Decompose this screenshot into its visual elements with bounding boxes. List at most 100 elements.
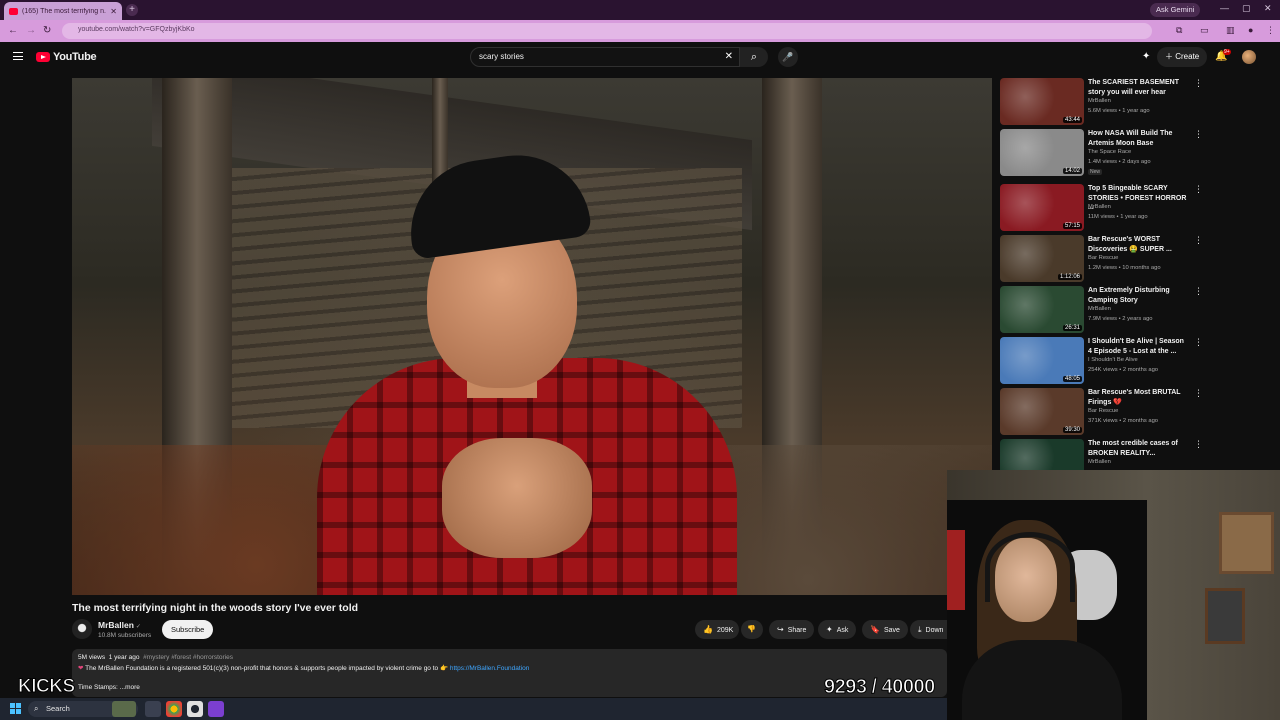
download-icon: ⤓ — [918, 625, 922, 634]
recommended-title[interactable]: The SCARIEST BASEMENT story you will eve… — [1088, 78, 1188, 97]
new-tab-button[interactable]: + — [126, 4, 138, 16]
recommended-channel[interactable]: MrBallen — [1088, 98, 1111, 104]
recommended-video[interactable]: 14:02 How NASA Will Build The Artemis Mo… — [1000, 129, 1205, 177]
create-button[interactable]: ＋ Create — [1157, 47, 1208, 67]
recommended-video[interactable]: 26:31 An Extremely Disturbing Camping St… — [1000, 286, 1205, 334]
share-button[interactable]: ↪ Share — [769, 620, 815, 639]
video-thumbnail[interactable]: 26:31 — [1000, 286, 1084, 333]
recommended-meta: 11M views • 1 year ago — [1088, 214, 1148, 220]
foundation-link[interactable]: https://MrBallen.Foundation — [450, 665, 530, 672]
video-thumbnail[interactable] — [1000, 439, 1084, 470]
browser-tab[interactable]: (165) The most terrifying n... ✕ — [4, 2, 122, 20]
webcam-overlay — [947, 470, 1280, 720]
recommended-channel[interactable]: MrBallen — [1088, 459, 1111, 465]
forward-icon[interactable]: → — [26, 25, 36, 36]
create-label: Create — [1175, 52, 1200, 61]
more-actions-icon[interactable]: ⋮ — [1194, 388, 1203, 399]
description-line: The MrBallen Foundation is a registered … — [85, 665, 449, 672]
dislike-button[interactable]: 👎 — [741, 620, 763, 639]
video-host — [307, 138, 737, 595]
recommended-video[interactable]: 48:05 I Shouldn't Be Alive | Season 4 Ep… — [1000, 337, 1205, 385]
windows-start-icon[interactable] — [10, 703, 21, 714]
sidepanel-icon[interactable]: ▥ — [1226, 25, 1235, 36]
ask-gemini-button[interactable]: Ask Gemini — [1150, 3, 1201, 17]
recommended-title[interactable]: An Extremely Disturbing Camping Story — [1088, 286, 1188, 305]
video-thumbnail[interactable]: 39:30 — [1000, 388, 1084, 435]
url-text: youtube.com/watch?v=GFQzbyjKbKo — [78, 26, 195, 33]
view-count: 5M views — [78, 654, 106, 661]
browser-toolbar: ← → ↻ youtube.com/watch?v=GFQzbyjKbKo ⧉ … — [0, 20, 1280, 42]
recommended-channel[interactable]: MrBallen — [1088, 204, 1111, 210]
recommended-channel[interactable]: MrBallen — [1088, 306, 1111, 312]
more-actions-icon[interactable]: ⋮ — [1194, 235, 1203, 246]
address-bar[interactable]: youtube.com/watch?v=GFQzbyjKbKo — [62, 23, 1152, 39]
maximize-button[interactable]: ▢ — [1242, 3, 1251, 14]
video-player[interactable] — [72, 78, 992, 595]
twitch-icon[interactable] — [208, 701, 224, 717]
recommended-video[interactable]: 39:30 Bar Rescue's Most BRUTAL Firings 💔… — [1000, 388, 1205, 436]
minimize-button[interactable]: — — [1220, 3, 1229, 13]
tab-close-icon[interactable]: ✕ — [110, 7, 117, 16]
recommended-title[interactable]: Bar Rescue's WORST Discoveries 🤮 SUPER .… — [1088, 235, 1188, 254]
ask-button[interactable]: ✦ Ask — [818, 620, 857, 639]
recommended-video[interactable]: 57:15 Top 5 Bingeable SCARY STORIES • FO… — [1000, 184, 1205, 232]
recommended-video[interactable]: 1:12:06 Bar Rescue's WORST Discoveries 🤮… — [1000, 235, 1205, 283]
duration-badge: 39:30 — [1062, 427, 1082, 433]
download-label: Down — [925, 627, 944, 634]
profile-icon[interactable]: ● — [1248, 25, 1253, 35]
recommended-title[interactable]: Bar Rescue's Most BRUTAL Firings 💔 — [1088, 388, 1188, 407]
recommended-title[interactable]: I Shouldn't Be Alive | Season 4 Episode … — [1088, 337, 1188, 356]
save-button[interactable]: 🔖 Save — [862, 620, 908, 639]
more-actions-icon[interactable]: ⋮ — [1194, 337, 1203, 348]
downloads-icon[interactable]: ▭ — [1200, 25, 1209, 36]
subscribe-button[interactable]: Subscribe — [162, 620, 214, 639]
search-button[interactable]: ⌕ — [740, 47, 768, 67]
description-box[interactable]: 5M views 1 year ago #mystery #forest #ho… — [72, 649, 947, 697]
description-text: ❤ The MrBallen Foundation is a registere… — [78, 664, 529, 672]
stream-goal-counter: 9293 / 40000 — [824, 676, 936, 699]
close-window-button[interactable]: ✕ — [1264, 3, 1272, 14]
more-actions-icon[interactable]: ⋮ — [1194, 184, 1203, 195]
more-actions-icon[interactable]: ⋮ — [1194, 129, 1203, 140]
taskbar-widget-icon[interactable] — [112, 701, 136, 717]
channel-avatar[interactable] — [72, 619, 92, 639]
back-icon[interactable]: ← — [8, 25, 18, 36]
youtube-logo[interactable]: YouTube — [36, 51, 97, 63]
like-button[interactable]: 👍 209K — [695, 620, 739, 639]
more-actions-icon[interactable]: ⋮ — [1194, 439, 1203, 450]
guide-menu-icon[interactable] — [13, 52, 23, 60]
browser-tab-bar: (165) The most terrifying n... ✕ + Ask G… — [0, 0, 1280, 20]
task-view-icon[interactable] — [145, 701, 161, 717]
more-actions-icon[interactable]: ⋮ — [1194, 78, 1203, 89]
reload-icon[interactable]: ↻ — [43, 25, 51, 36]
video-thumbnail[interactable]: 48:05 — [1000, 337, 1084, 384]
cast-icon[interactable]: ✦ — [1142, 51, 1150, 62]
recommended-channel[interactable]: Bar Rescue — [1088, 408, 1118, 414]
channel-name[interactable]: MrBallen ✓ — [98, 620, 141, 630]
video-thumbnail[interactable]: 57:15 — [1000, 184, 1084, 231]
recommended-title[interactable]: The most credible cases of BROKEN REALIT… — [1088, 439, 1188, 458]
download-button[interactable]: ⤓ Down — [910, 620, 947, 639]
video-thumbnail[interactable]: 14:02 — [1000, 129, 1084, 176]
clear-search-icon[interactable]: ✕ — [725, 51, 733, 62]
recommended-video[interactable]: 43:44 The SCARIEST BASEMENT story you wi… — [1000, 78, 1205, 126]
recommended-channel[interactable]: The Space Race — [1088, 149, 1131, 155]
recommended-video[interactable]: The most credible cases of BROKEN REALIT… — [1000, 439, 1205, 470]
hashtags[interactable]: #mystery #forest #horrorstories — [143, 654, 233, 661]
extensions-icon[interactable]: ⧉ — [1176, 25, 1182, 36]
more-actions-icon[interactable]: ⋮ — [1194, 286, 1203, 297]
recommended-channel[interactable]: Bar Rescue — [1088, 255, 1118, 261]
recommended-channel[interactable]: I Shouldn't Be Alive — [1088, 357, 1138, 363]
chrome-icon[interactable] — [166, 701, 182, 717]
duration-badge: 14:02 — [1062, 168, 1082, 174]
obs-icon[interactable] — [187, 701, 203, 717]
search-input[interactable]: scary stories ✕ — [470, 47, 740, 67]
video-thumbnail[interactable]: 1:12:06 — [1000, 235, 1084, 282]
description-more[interactable]: Time Stamps: ...more — [78, 684, 140, 691]
menu-icon[interactable]: ⋮ — [1266, 25, 1275, 36]
voice-search-icon[interactable]: 🎤 — [778, 47, 798, 67]
recommended-meta: 7.9M views • 2 years ago — [1088, 316, 1153, 322]
account-avatar[interactable] — [1242, 50, 1256, 64]
recommended-title[interactable]: How NASA Will Build The Artemis Moon Bas… — [1088, 129, 1188, 148]
video-thumbnail[interactable]: 43:44 — [1000, 78, 1084, 125]
